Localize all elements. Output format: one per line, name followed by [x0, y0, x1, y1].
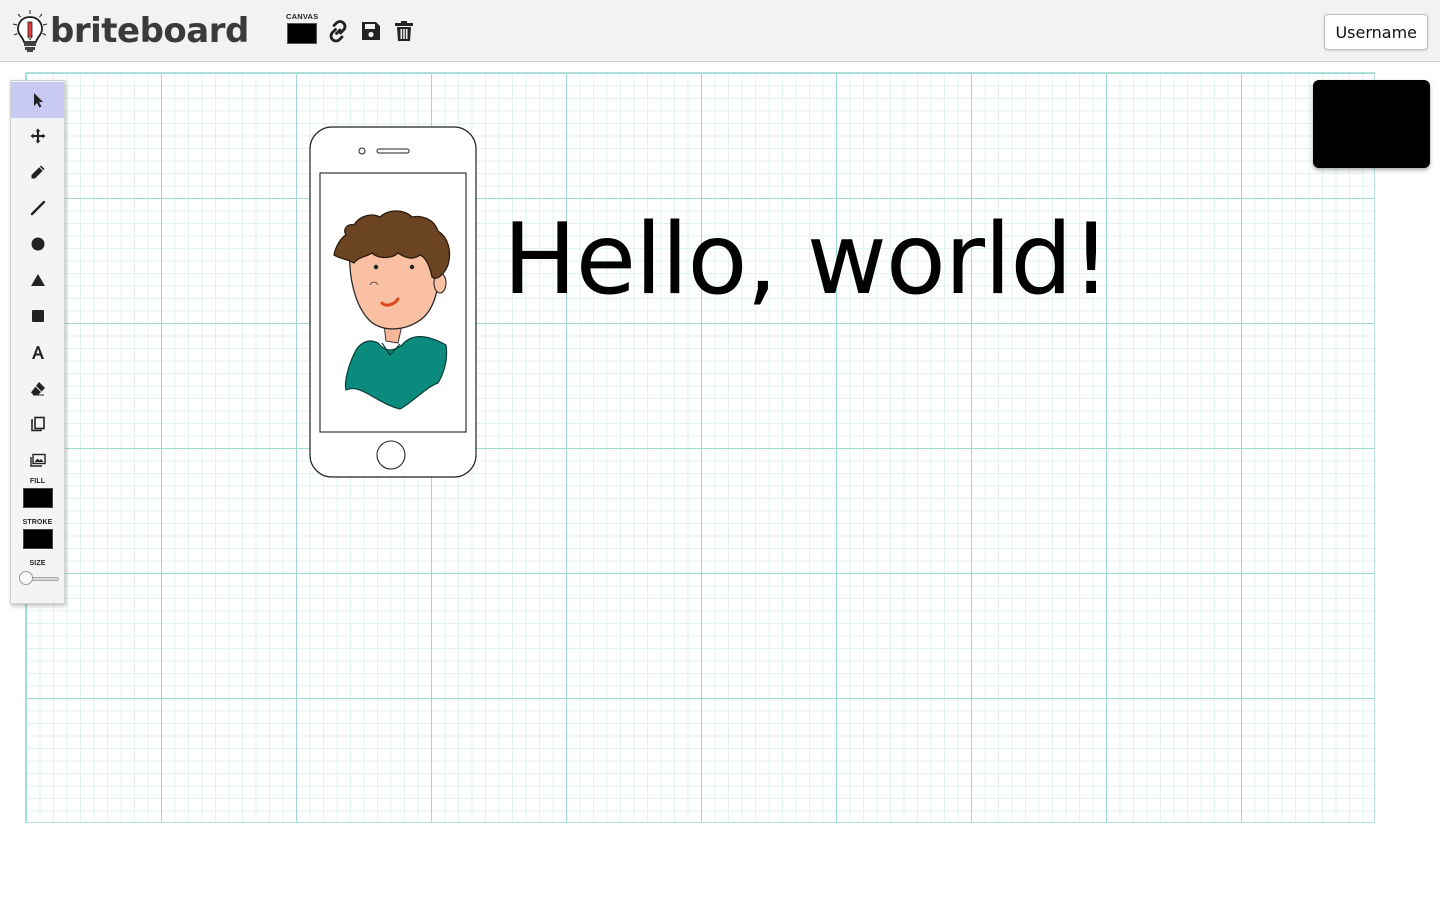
- tool-pencil[interactable]: [11, 154, 64, 190]
- lightbulb-pencil-icon: [12, 10, 48, 52]
- cursor-arrow-icon: [33, 93, 43, 108]
- share-link-button[interactable]: [327, 19, 349, 43]
- username-button[interactable]: Username: [1324, 14, 1428, 50]
- text-a-icon: [31, 346, 44, 359]
- copy-icon: [30, 416, 45, 432]
- tool-rectangle[interactable]: [11, 298, 64, 334]
- canvas-color-control: CANVAS: [286, 12, 318, 46]
- drawing-canvas[interactable]: [25, 72, 1375, 823]
- tool-image[interactable]: [11, 442, 64, 478]
- tool-select[interactable]: [11, 82, 64, 118]
- fill-color-swatch[interactable]: [23, 488, 53, 508]
- stroke-color-swatch[interactable]: [23, 529, 53, 549]
- circle-icon: [31, 237, 44, 251]
- square-icon: [31, 310, 44, 322]
- triangle-icon: [30, 274, 45, 286]
- pencil-icon: [31, 165, 44, 179]
- fill-label: FILL: [29, 478, 46, 485]
- trash-icon: [395, 21, 413, 41]
- floppy-disk-icon: [362, 22, 380, 40]
- app-logo[interactable]: briteboard: [10, 9, 249, 53]
- tool-eraser[interactable]: [11, 370, 64, 406]
- canvas-color-swatch[interactable]: [287, 23, 317, 44]
- size-slider-thumb[interactable]: [19, 571, 33, 585]
- tool-move[interactable]: [11, 118, 64, 154]
- eraser-icon: [30, 382, 45, 396]
- color-preview: [1313, 80, 1430, 168]
- tool-copy[interactable]: [11, 406, 64, 442]
- tool-text[interactable]: [11, 334, 64, 370]
- tool-triangle[interactable]: [11, 262, 64, 298]
- tool-circle[interactable]: [11, 226, 64, 262]
- tool-palette: FILL STROKE SIZE: [10, 80, 65, 604]
- move-arrows-icon: [30, 128, 45, 144]
- size-label: SIZE: [29, 560, 46, 567]
- line-icon: [30, 200, 45, 216]
- top-bar: briteboard CANVAS Username: [0, 0, 1440, 62]
- app-name: briteboard: [50, 11, 249, 51]
- stroke-label: STROKE: [22, 519, 53, 526]
- save-button[interactable]: [360, 19, 382, 43]
- canvas-label: CANVAS: [286, 12, 319, 21]
- delete-button[interactable]: [393, 19, 415, 43]
- canvas-text-object[interactable]: Hello, world!: [503, 200, 1111, 320]
- image-icon: [29, 453, 46, 467]
- link-icon: [329, 20, 347, 43]
- phone-sketch[interactable]: [308, 125, 478, 479]
- tool-line[interactable]: [11, 190, 64, 226]
